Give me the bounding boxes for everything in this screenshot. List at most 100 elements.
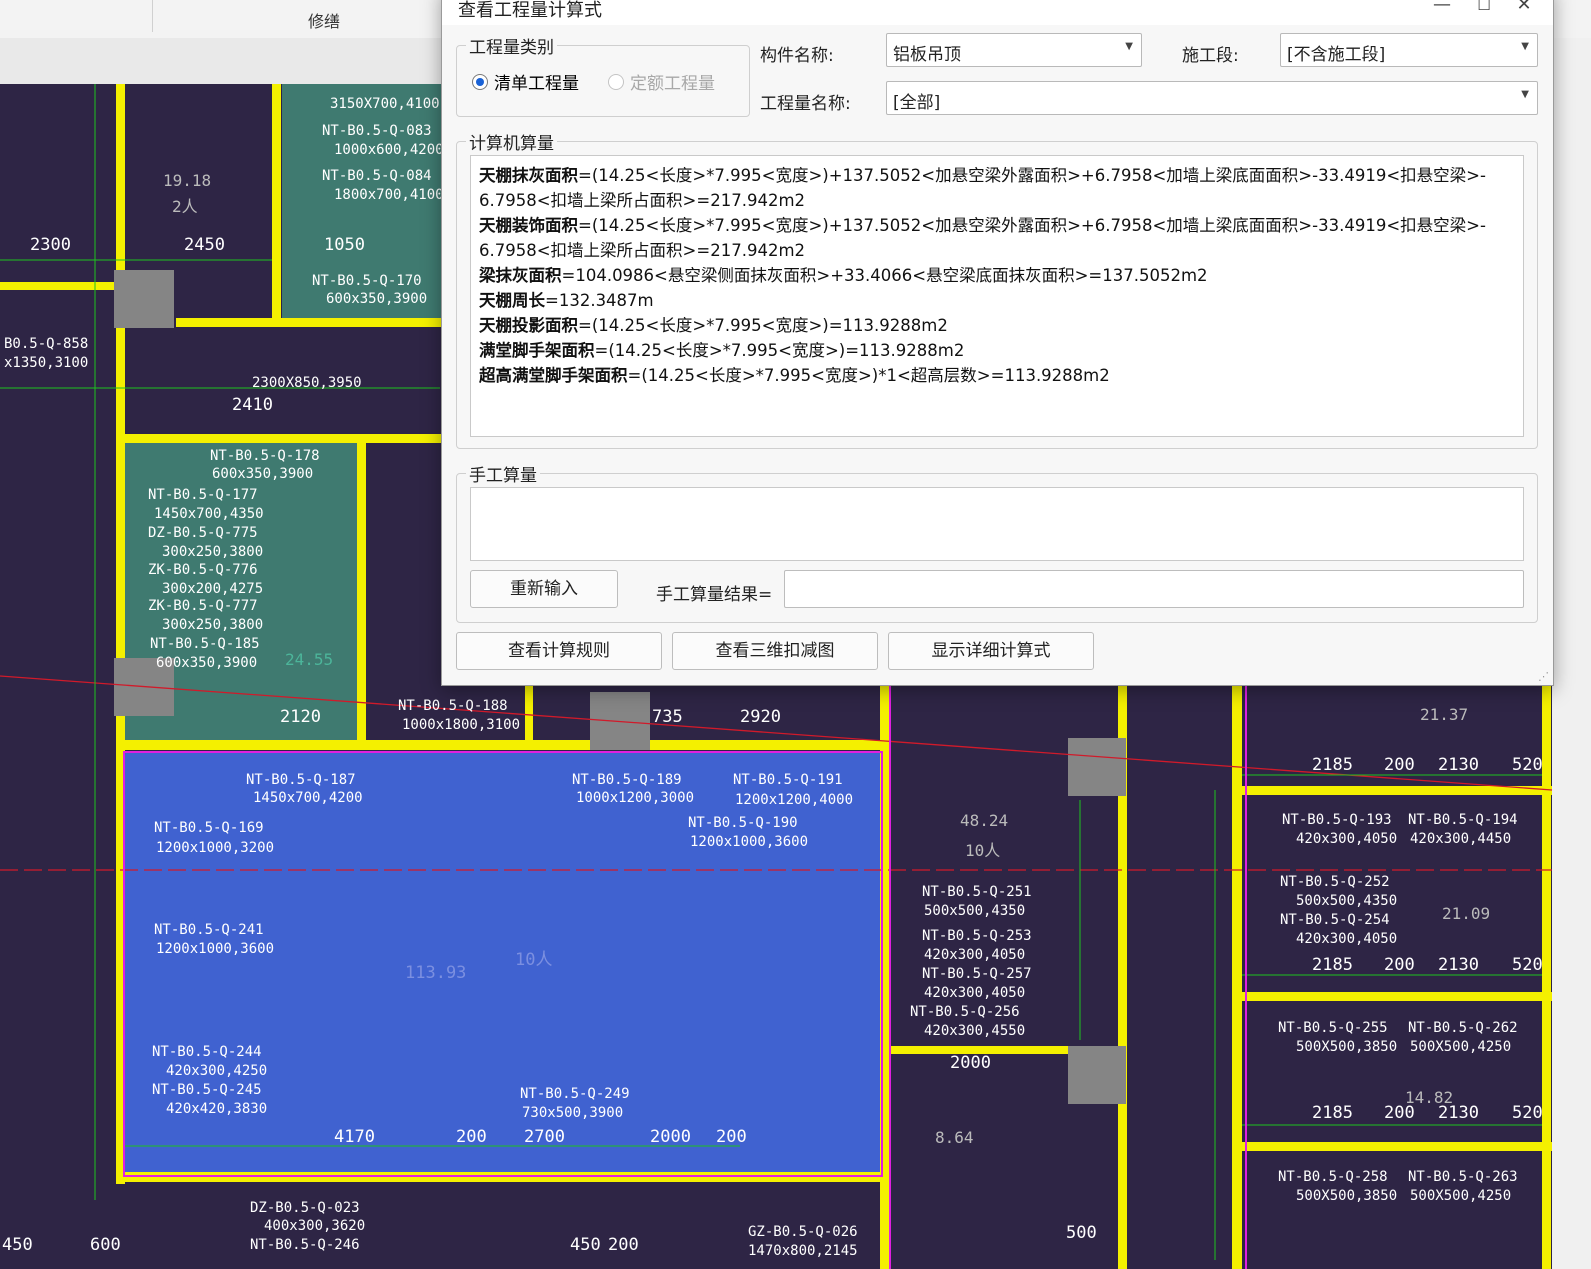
manual-result-field[interactable] [784,570,1524,608]
formula-expression: =(14.25<长度>*7.995<宽度>)+137.5052<加悬空梁外露面积… [578,166,1486,185]
minimize-icon[interactable]: — [1428,0,1456,19]
resize-grip-icon[interactable]: ⋰ [1538,670,1549,683]
label-170: NT-B0.5-Q-170 [312,273,422,289]
dim-2000: 2000 [650,1127,691,1147]
label-190-size: 1200x1000,3600 [690,834,808,850]
quantity-name-select[interactable]: [全部] ▼ [886,81,1538,115]
label-193-size: 420x300,4050 [1296,831,1397,847]
formula-expression: 6.7958<扣墙上梁所占面积>=217.942m2 [479,241,806,260]
dim-450-b: 450 [570,1235,601,1255]
toolbar-separator [152,0,153,32]
label-246: NT-B0.5-Q-246 [250,1237,360,1253]
label-187-size: 1450x700,4200 [253,790,363,806]
radio-quota-quantity[interactable]: 定额工程量 [608,69,715,94]
formula-line: 6.7958<扣墙上梁所占面积>=217.942m2 [479,188,1515,213]
manual-calc-input[interactable] [470,487,1524,561]
right-panel-scroll[interactable] [1552,38,1591,1269]
repair-tab[interactable]: 修缮 [308,8,340,32]
formula-line: 6.7958<扣墙上梁所占面积>=217.942m2 [479,238,1515,263]
label-258-size: 500X500,3850 [1296,1188,1397,1204]
radio-bill-quantity[interactable]: 清单工程量 [472,69,579,94]
segment-value: [不含施工段] [1287,45,1386,65]
dim-600: 600 [90,1235,121,1255]
label-858-size: x1350,3100 [4,355,88,371]
label-776: ZK-B0.5-Q-776 [148,562,258,578]
room-area-top: 19.18 [163,171,211,190]
label-193: NT-B0.5-Q-193 [1282,812,1392,828]
close-icon[interactable]: ✕ [1510,0,1538,19]
label-775: DZ-B0.5-Q-775 [148,525,258,541]
formula-line: 超高满堂脚手架面积=(14.25<长度>*7.995<宽度>)*1<超高层数>=… [479,363,1515,388]
dim-2185-c: 2185 [1312,1103,1353,1123]
label-258: NT-B0.5-Q-258 [1278,1169,1388,1185]
chevron-down-icon: ▼ [1125,41,1133,52]
label-2300x850: 2300X850,3950 [252,375,362,391]
formula-line: 天棚周长=132.3487m [479,288,1515,313]
label-185: NT-B0.5-Q-185 [150,636,260,652]
component-name-select[interactable]: 铝板吊顶 ▼ [886,33,1142,67]
label-177-size: 1450x700,4350 [154,506,264,522]
dim-200-d: 200 [456,1127,487,1147]
view-calc-rules-button[interactable]: 查看计算规则 [456,632,662,670]
computer-calc-formula-area[interactable]: 天棚抹灰面积=(14.25<长度>*7.995<宽度>)+137.5052<加悬… [470,155,1524,437]
label-084: NT-B0.5-Q-084 [322,168,432,184]
dim-735: 735 [652,707,683,727]
label-249-size: 730x500,3900 [522,1105,623,1121]
dim-2120: 2120 [280,707,321,727]
label-263-size: 500X500,4250 [1410,1188,1511,1204]
room-people-main: 10人 [515,950,552,970]
formula-quantity-name: 满堂脚手架面积 [479,341,595,360]
room-area-r2: 8.64 [935,1128,974,1147]
label-177: NT-B0.5-Q-177 [148,487,258,503]
formula-line: 梁抹灰面积=104.0986<悬空梁侧面抹灰面积>+33.4066<悬空梁底面抹… [479,263,1515,288]
label-254-size: 420x300,4050 [1296,931,1397,947]
component-name-label: 构件名称: [760,46,834,66]
segment-select[interactable]: [不含施工段] ▼ [1280,33,1538,67]
label-241-size: 1200x1000,3600 [156,941,274,957]
reinput-button[interactable]: 重新输入 [470,570,618,608]
formula-expression: =(14.25<长度>*7.995<宽度>)+137.5052<加悬空梁外露面积… [578,216,1486,235]
label-256: NT-B0.5-Q-256 [910,1004,1020,1020]
view-3d-deduction-button[interactable]: 查看三维扣减图 [672,632,878,670]
formula-line: 天棚装饰面积=(14.25<长度>*7.995<宽度>)+137.5052<加悬… [479,213,1515,238]
label-858: B0.5-Q-858 [4,336,88,352]
maximize-icon[interactable]: ☐ [1470,0,1498,19]
room-area-r1: 48.24 [960,811,1008,830]
formula-quantity-name: 天棚抹灰面积 [479,166,578,185]
dim-2130-c: 2130 [1438,1103,1479,1123]
category-legend: 工程量类别 [466,33,557,58]
dim-2920: 2920 [740,707,781,727]
label-241: NT-B0.5-Q-241 [154,922,264,938]
quantity-name-value: [全部] [893,93,941,113]
label-253: NT-B0.5-Q-253 [922,928,1032,944]
label-252-size: 500x500,4350 [1296,893,1397,909]
label-249: NT-B0.5-Q-249 [520,1086,630,1102]
label-3150x700: 3150X700,4100 [330,96,440,112]
label-263: NT-B0.5-Q-263 [1408,1169,1518,1185]
label-191: NT-B0.5-Q-191 [733,772,843,788]
label-083: NT-B0.5-Q-083 [322,123,432,139]
label-244: NT-B0.5-Q-244 [152,1044,262,1060]
label-188: NT-B0.5-Q-188 [398,698,508,714]
formula-line: 天棚投影面积=(14.25<长度>*7.995<宽度>)=113.9288m2 [479,313,1515,338]
manual-result-label: 手工算量结果= [656,585,773,605]
computer-calc-legend: 计算机算量 [466,129,557,154]
label-169: NT-B0.5-Q-169 [154,820,264,836]
formula-expression: =(14.25<长度>*7.995<宽度>)=113.9288m2 [594,341,965,360]
dialog-titlebar[interactable]: 查看工程量计算式 — ☐ ✕ [442,0,1553,25]
dim-520-c: 520 [1512,1103,1543,1123]
dim-2130-a: 2130 [1438,755,1479,775]
show-detail-formula-button[interactable]: 显示详细计算式 [888,632,1094,670]
formula-quantity-name: 梁抹灰面积 [479,266,562,285]
radio-quota-quantity-label: 定额工程量 [630,74,715,94]
label-178-size: 600x350,3900 [212,466,313,482]
label-262-size: 500X500,4250 [1410,1039,1511,1055]
quantity-formula-dialog: 查看工程量计算式 — ☐ ✕ 工程量类别 清单工程量 定额工程量 构件名称: 铝… [441,0,1554,686]
label-255-size: 500X500,3850 [1296,1039,1397,1055]
label-189-size: 1000x1200,3000 [576,790,694,806]
label-244-size: 420x300,4250 [166,1063,267,1079]
radio-bill-quantity-label: 清单工程量 [494,74,579,94]
dim-2185-a: 2185 [1312,755,1353,775]
label-777-size: 300x250,3800 [162,617,263,633]
label-191-size: 1200x1200,4000 [735,792,853,808]
